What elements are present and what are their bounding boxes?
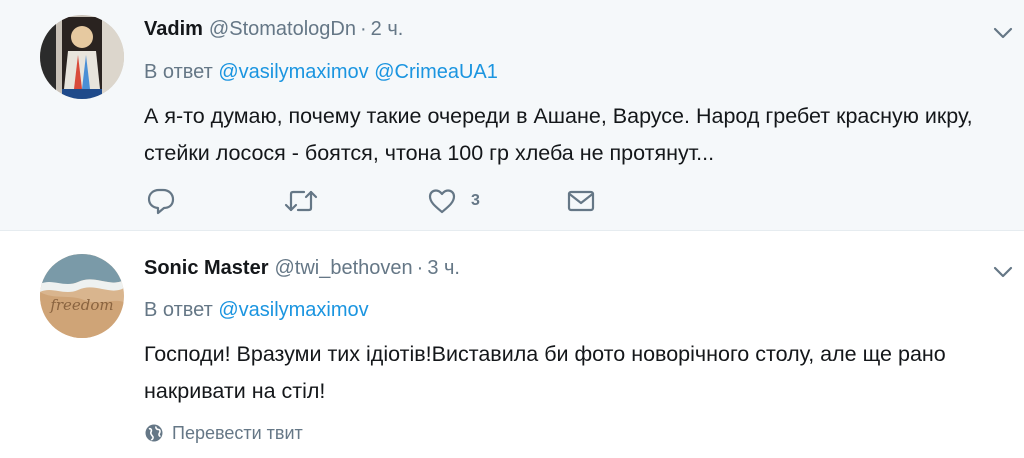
tweet-text: Господи! Вразуми тих ідіотів!Виставила б… [144,342,946,403]
mention-link[interactable]: @CrimeaUA1 [374,61,498,83]
avatar[interactable] [40,15,124,99]
avatar-image [40,15,124,99]
retweet-icon [284,190,318,212]
reply-button[interactable] [146,183,176,219]
reply-prefix: В ответ [144,61,213,83]
tweet-header: Vadim @StomatologDn · 2 ч. [144,14,403,44]
timestamp[interactable]: 3 ч. [427,257,460,279]
avatar-image: freedom [40,254,124,338]
chevron-down-icon [993,266,1013,278]
translate-tweet-link[interactable]: Перевести твит [144,418,303,448]
avatar[interactable]: freedom [40,254,124,338]
more-options-button[interactable] [988,257,1018,287]
tweet-text: А я-то думаю, почему такие очереди в Аша… [144,104,973,165]
more-options-button[interactable] [988,18,1018,48]
envelope-icon [567,190,595,212]
tweet[interactable]: freedom Sonic Master @twi_bethoven · 3 ч. В… [0,232,1024,458]
chevron-down-icon [993,27,1013,39]
reply-context: В ответ @vasilymaximov @CrimeaUA1 [144,57,498,87]
tweet-actions: 3 [144,183,624,219]
author-handle[interactable]: @twi_bethoven [274,257,412,279]
separator: · [359,18,367,40]
author-handle[interactable]: @StomatologDn [209,18,356,40]
heart-icon [428,189,456,214]
direct-message-button[interactable] [566,183,596,219]
reply-context: В ответ @vasilymaximov [144,295,369,325]
like-button[interactable]: 3 [427,183,480,219]
like-count: 3 [471,192,480,209]
timestamp[interactable]: 2 ч. [371,18,404,40]
separator: · [416,257,424,279]
reply-icon [147,188,175,215]
retweet-button[interactable] [284,183,318,219]
mention-link[interactable]: @vasilymaximov [218,299,368,321]
reply-prefix: В ответ [144,299,213,321]
author-name[interactable]: Vadim [144,18,203,40]
avatar-lettering: freedom [49,296,113,314]
tweet[interactable]: Vadim @StomatologDn · 2 ч. В ответ @vasilym… [0,0,1024,231]
globe-icon [145,424,163,442]
tweet-header: Sonic Master @twi_bethoven · 3 ч. [144,253,460,283]
author-name[interactable]: Sonic Master [144,257,268,279]
mention-link[interactable]: @vasilymaximov [218,61,368,83]
translate-label: Перевести твит [172,422,303,443]
